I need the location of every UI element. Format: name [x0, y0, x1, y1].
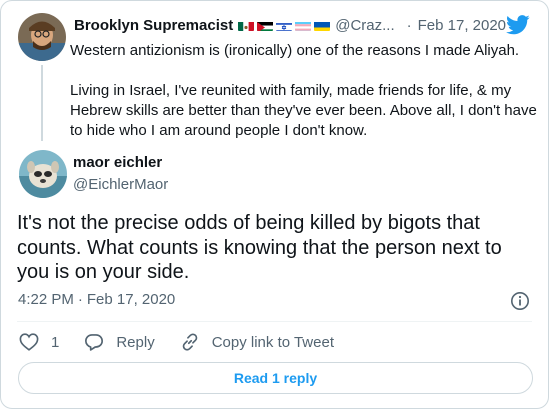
tweet-time[interactable]: 4:22 PM	[18, 291, 74, 308]
main-author-name[interactable]: maor eichler	[73, 154, 162, 171]
reply-label: Reply	[116, 333, 155, 351]
parent-author-name[interactable]: Brooklyn Supremacist	[74, 17, 233, 34]
parent-paragraph: Western antizionism is (ironically) one …	[70, 42, 520, 59]
separator-dot: ·	[77, 291, 83, 308]
parent-paragraph: Living in Israel, I've reunited with fam…	[70, 82, 537, 139]
parent-avatar[interactable]	[18, 13, 66, 61]
divider	[17, 321, 532, 322]
reply-icon	[85, 334, 104, 351]
parent-tweet-text: Western antizionism is (ironically) one …	[70, 41, 540, 161]
ukraine-flag-icon	[314, 20, 331, 31]
main-tweet-text: It's not the precise odds of being kille…	[17, 212, 502, 283]
like-button[interactable]: 1	[19, 333, 59, 351]
mexico-flag-icon	[238, 20, 255, 31]
main-author-handle[interactable]: @EichlerMaor	[73, 176, 168, 193]
flag-emojis	[238, 20, 331, 31]
tweet-embed-card: Brooklyn Supremacist @Craz... · Feb 17, …	[0, 0, 549, 409]
parent-date[interactable]: Feb 17, 2020	[418, 17, 506, 34]
heart-icon	[19, 333, 39, 351]
main-avatar[interactable]	[19, 150, 67, 198]
like-count: 1	[51, 333, 60, 351]
link-icon	[182, 333, 198, 351]
parent-author-handle[interactable]: @Craz...	[335, 17, 394, 34]
thread-connector-line	[41, 65, 43, 141]
reply-button[interactable]: Reply	[84, 332, 155, 352]
tweet-timestamp[interactable]: 4:22 PM · Feb 17, 2020	[18, 291, 175, 308]
copy-link-button[interactable]: Copy link to Tweet	[180, 332, 334, 352]
separator-dot: ·	[406, 16, 412, 34]
transgender-flag-icon	[295, 20, 312, 31]
parent-header: Brooklyn Supremacist @Craz... · Feb 17, …	[74, 14, 514, 36]
twitter-bird-icon[interactable]	[506, 15, 530, 35]
israel-flag-icon	[276, 20, 293, 31]
info-icon[interactable]	[510, 291, 530, 311]
copy-link-label: Copy link to Tweet	[211, 333, 334, 351]
tweet-date[interactable]: Feb 17, 2020	[87, 291, 175, 308]
read-replies-button[interactable]: Read 1 reply	[18, 362, 533, 394]
action-bar: 1 Reply Copy link to Tweet	[19, 332, 359, 352]
jordan-flag-icon	[257, 20, 274, 31]
